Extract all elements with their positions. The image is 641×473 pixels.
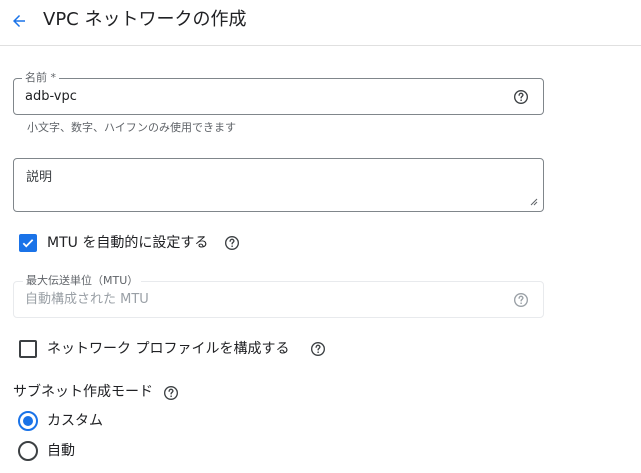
radio-selected-dot — [23, 416, 33, 426]
radio-custom-label: カスタム — [47, 413, 103, 429]
back-button[interactable] — [6, 8, 32, 34]
name-field[interactable]: 名前 * adb-vpc — [13, 72, 544, 115]
arrow-back-icon — [10, 12, 28, 30]
subnet-mode-help-icon[interactable] — [162, 384, 180, 402]
name-field-label: 名前 * — [22, 72, 59, 84]
resize-handle-icon[interactable] — [530, 198, 538, 206]
page-title: VPC ネットワークの作成 — [43, 9, 247, 30]
mtu-auto-help-icon[interactable] — [223, 234, 241, 252]
radio-custom[interactable] — [18, 411, 38, 431]
subnet-mode-title: サブネット作成モード — [13, 384, 153, 400]
network-profile-help-icon[interactable] — [309, 340, 327, 358]
name-help-icon[interactable] — [512, 88, 530, 106]
description-field[interactable]: 説明 — [13, 158, 544, 212]
checkmark-icon — [22, 239, 34, 248]
page-header: VPC ネットワークの作成 — [0, 0, 641, 46]
description-input[interactable]: 説明 — [26, 170, 52, 186]
mtu-field: 最大伝送単位（MTU） 自動構成された MTU — [13, 275, 544, 318]
network-profile-label: ネットワーク プロファイルを構成する — [47, 341, 290, 357]
network-profile-checkbox[interactable] — [19, 340, 37, 358]
mtu-auto-checkbox[interactable] — [19, 234, 37, 252]
radio-auto-label: 自動 — [47, 443, 75, 459]
mtu-auto-label: MTU を自動的に設定する — [47, 235, 209, 251]
mtu-input: 自動構成された MTU — [25, 292, 149, 307]
name-hint: 小文字、数字、ハイフンのみ使用できます — [27, 121, 236, 134]
radio-auto[interactable] — [18, 441, 38, 461]
mtu-help-icon[interactable] — [512, 291, 530, 309]
name-input[interactable]: adb-vpc — [25, 89, 77, 105]
mtu-field-label: 最大伝送単位（MTU） — [23, 275, 142, 287]
